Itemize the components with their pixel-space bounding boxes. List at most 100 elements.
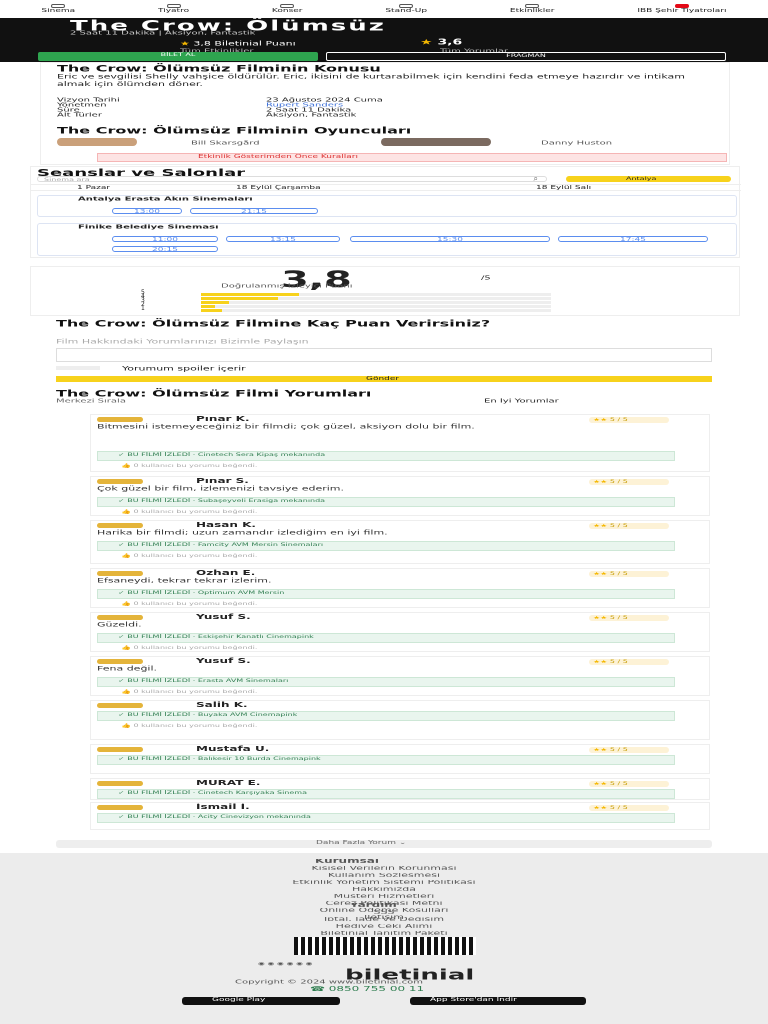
spoiler-toggle[interactable] xyxy=(56,366,100,370)
session-time[interactable]: 15:30 xyxy=(350,236,550,243)
about-card: The Crow: Ölümsüz Filminin Konusu Eric v… xyxy=(40,62,730,165)
review-likes[interactable]: 👍 0 kullanıcı bu yorumu beğendi. xyxy=(121,463,257,468)
reviewer-name: Yusuf S. xyxy=(196,613,251,621)
comment-textarea[interactable] xyxy=(56,348,712,362)
star-icon: ★ xyxy=(420,38,438,47)
google-play-button[interactable]: Google Play xyxy=(182,997,340,1005)
avatar xyxy=(97,703,143,708)
review-likes[interactable]: 👍 0 kullanıcı bu yorumu beğendi. xyxy=(121,601,257,606)
app-store-button[interactable]: App Store'dan İndir xyxy=(410,997,586,1005)
footer-link[interactable]: Etkinlik Yönetim Sistemi Politikası xyxy=(0,880,768,884)
avatar xyxy=(97,479,143,484)
about-heading: The Crow: Ölümsüz Filminin Konusu xyxy=(57,63,381,74)
nav-item-ibb[interactable]: İBB Şehir Tiyatroları xyxy=(637,4,727,18)
more-reviews-button[interactable]: Daha Fazla Yorum ⌄ xyxy=(56,840,712,848)
cinema-search-input[interactable]: Sinema ara ⌕ xyxy=(37,174,547,183)
session-time[interactable]: 13:15 xyxy=(226,236,340,243)
date-tab[interactable]: 18 Eylül Çarşamba xyxy=(236,185,321,191)
info-label: Alt Türler xyxy=(57,112,102,119)
date-tab[interactable]: 18 Eylül Salı xyxy=(536,185,591,191)
city-select[interactable]: Antalya xyxy=(566,176,731,182)
bar-fill xyxy=(201,309,222,312)
send-button[interactable]: Gönder xyxy=(56,376,712,382)
footer-heading: Yardım xyxy=(350,903,397,907)
venue-card[interactable]: Antalya Erasta Akın Sinemaları 13:00 21:… xyxy=(37,195,737,217)
nav-item-concert[interactable]: Konser xyxy=(272,4,303,18)
venue-card[interactable]: Finike Belediye Sineması 11:00 13:15 15:… xyxy=(37,223,737,256)
reviewer-name: Mustafa U. xyxy=(196,745,270,753)
review-likes[interactable]: 👍 0 kullanıcı bu yorumu beğendi. xyxy=(121,553,257,558)
review-stars: ★★ 5 / 5 xyxy=(589,479,669,485)
check-icon: ✓ xyxy=(118,542,128,547)
watched-badge: ✓ BU FİLMİ İZLEDİ · Cinetech Karşıyaka S… xyxy=(97,789,675,799)
actor-photo[interactable] xyxy=(381,138,491,146)
check-icon: ✓ xyxy=(118,814,128,819)
venue-name: Finike Belediye Sineması xyxy=(78,224,219,231)
score-bar-row: 5 xyxy=(141,289,621,296)
actor-name[interactable]: Bill Skarsgård xyxy=(191,140,260,146)
review-card: Pınar S. ★★ 5 / 5 Çok güzel bir film, iz… xyxy=(90,476,710,516)
nav-item-events[interactable]: Etkinlikler xyxy=(510,4,555,18)
trailer-button[interactable]: FRAGMAN xyxy=(326,52,726,61)
score-bar-row: 4 xyxy=(141,293,621,300)
venue-name: Antalya Erasta Akın Sinemaları xyxy=(78,196,253,203)
star-icon: ★★ xyxy=(593,781,610,786)
thumb-icon: 👍 xyxy=(121,645,134,650)
review-stars: ★★ 5 / 5 xyxy=(589,805,669,811)
session-time[interactable]: 21:15 xyxy=(190,208,318,215)
session-time[interactable]: 13:00 xyxy=(112,208,182,215)
avatar xyxy=(97,805,143,810)
avatar xyxy=(97,571,143,576)
nav-item-theatre[interactable]: Tiyatro xyxy=(158,4,189,18)
review-stars: ★★ 5 / 5 xyxy=(589,781,669,787)
phone[interactable]: ☎ 0850 755 00 11 xyxy=(310,985,424,993)
rules-warning[interactable]: Etkinlik Gösterimden Önce Kuralları xyxy=(97,153,727,162)
review-likes[interactable]: 👍 0 kullanıcı bu yorumu beğendi. xyxy=(121,723,257,728)
footer-link[interactable]: Biletinial Tanıtım Paketi xyxy=(0,931,768,935)
nav-item-standup[interactable]: Stand-Up xyxy=(385,4,427,18)
session-time[interactable]: 11:00 xyxy=(112,236,218,243)
star-icon: ★★ xyxy=(593,747,610,752)
avatar xyxy=(97,417,143,422)
footer-link[interactable]: Kullanım Sözleşmesi xyxy=(0,873,768,877)
bar-fill xyxy=(201,301,229,304)
review-card: Hasan K. ★★ 5 / 5 Harika bir filmdi; uzu… xyxy=(90,520,710,564)
watched-badge: ✓ BU FİLMİ İZLEDİ · Balıkesir 10 Burda C… xyxy=(97,755,675,765)
review-likes[interactable]: 👍 0 kullanıcı bu yorumu beğendi. xyxy=(121,645,257,650)
rate-card: The Crow: Ölümsüz Filmine Kaç Puan Verir… xyxy=(30,318,740,386)
avatar xyxy=(97,615,143,620)
social-icons[interactable]: ◉ ◉ ◉ ◉ ◉ ◉ xyxy=(258,961,313,966)
footer-link[interactable]: İptal, İade ve Değişim xyxy=(0,917,768,921)
actor-photo[interactable] xyxy=(57,138,137,146)
session-time[interactable]: 17:45 xyxy=(558,236,708,243)
avatar xyxy=(97,781,143,786)
review-likes[interactable]: 👍 0 kullanıcı bu yorumu beğendi. xyxy=(121,509,257,514)
score-bar-row: 3 xyxy=(141,297,621,304)
watched-badge: ✓ BU FİLMİ İZLEDİ · Acity Cinevizyon mek… xyxy=(97,813,675,823)
score-max: /5 xyxy=(481,275,491,282)
thumb-icon: 👍 xyxy=(121,601,134,606)
footer-link[interactable]: Hediye Çeki Alımı xyxy=(0,924,768,928)
buy-ticket-button[interactable]: BİLET AL xyxy=(38,52,318,61)
actor-name[interactable]: Danny Huston xyxy=(541,140,612,146)
review-stars: ★★ 5 / 5 xyxy=(589,659,669,665)
footer-link[interactable]: Kişisel Verilerin Korunması xyxy=(0,866,768,870)
phone-icon: ☎ xyxy=(310,985,329,993)
audience-rating: ★ 3,8 Biletinial Puanı xyxy=(180,40,296,48)
review-stars: ★★ 5 / 5 xyxy=(589,615,669,621)
day-tab[interactable]: 1 Pazar xyxy=(77,185,110,191)
info-value: Aksiyon, Fantastik xyxy=(266,112,357,119)
sort-select[interactable]: En İyi Yorumlar xyxy=(484,398,559,404)
qr-code xyxy=(294,937,476,955)
footer-link[interactable]: Müşteri Hizmetleri xyxy=(0,894,768,898)
score-bar-row: 1 xyxy=(141,305,621,312)
thumb-icon: 👍 xyxy=(121,723,134,728)
footer-link[interactable]: Hakkımızda xyxy=(0,887,768,891)
nav-item-cinema[interactable]: Sinema xyxy=(41,4,75,18)
session-time[interactable]: 20:15 xyxy=(112,246,218,253)
movie-meta: 2 Saat 11 Dakika | Aksiyon, Fantastik xyxy=(70,30,256,37)
review-likes[interactable]: 👍 0 kullanıcı bu yorumu beğendi. xyxy=(121,689,257,694)
check-icon: ✓ xyxy=(118,452,128,457)
score-bar-row: 2 xyxy=(141,301,621,308)
footer-link[interactable]: SSS xyxy=(0,910,768,914)
